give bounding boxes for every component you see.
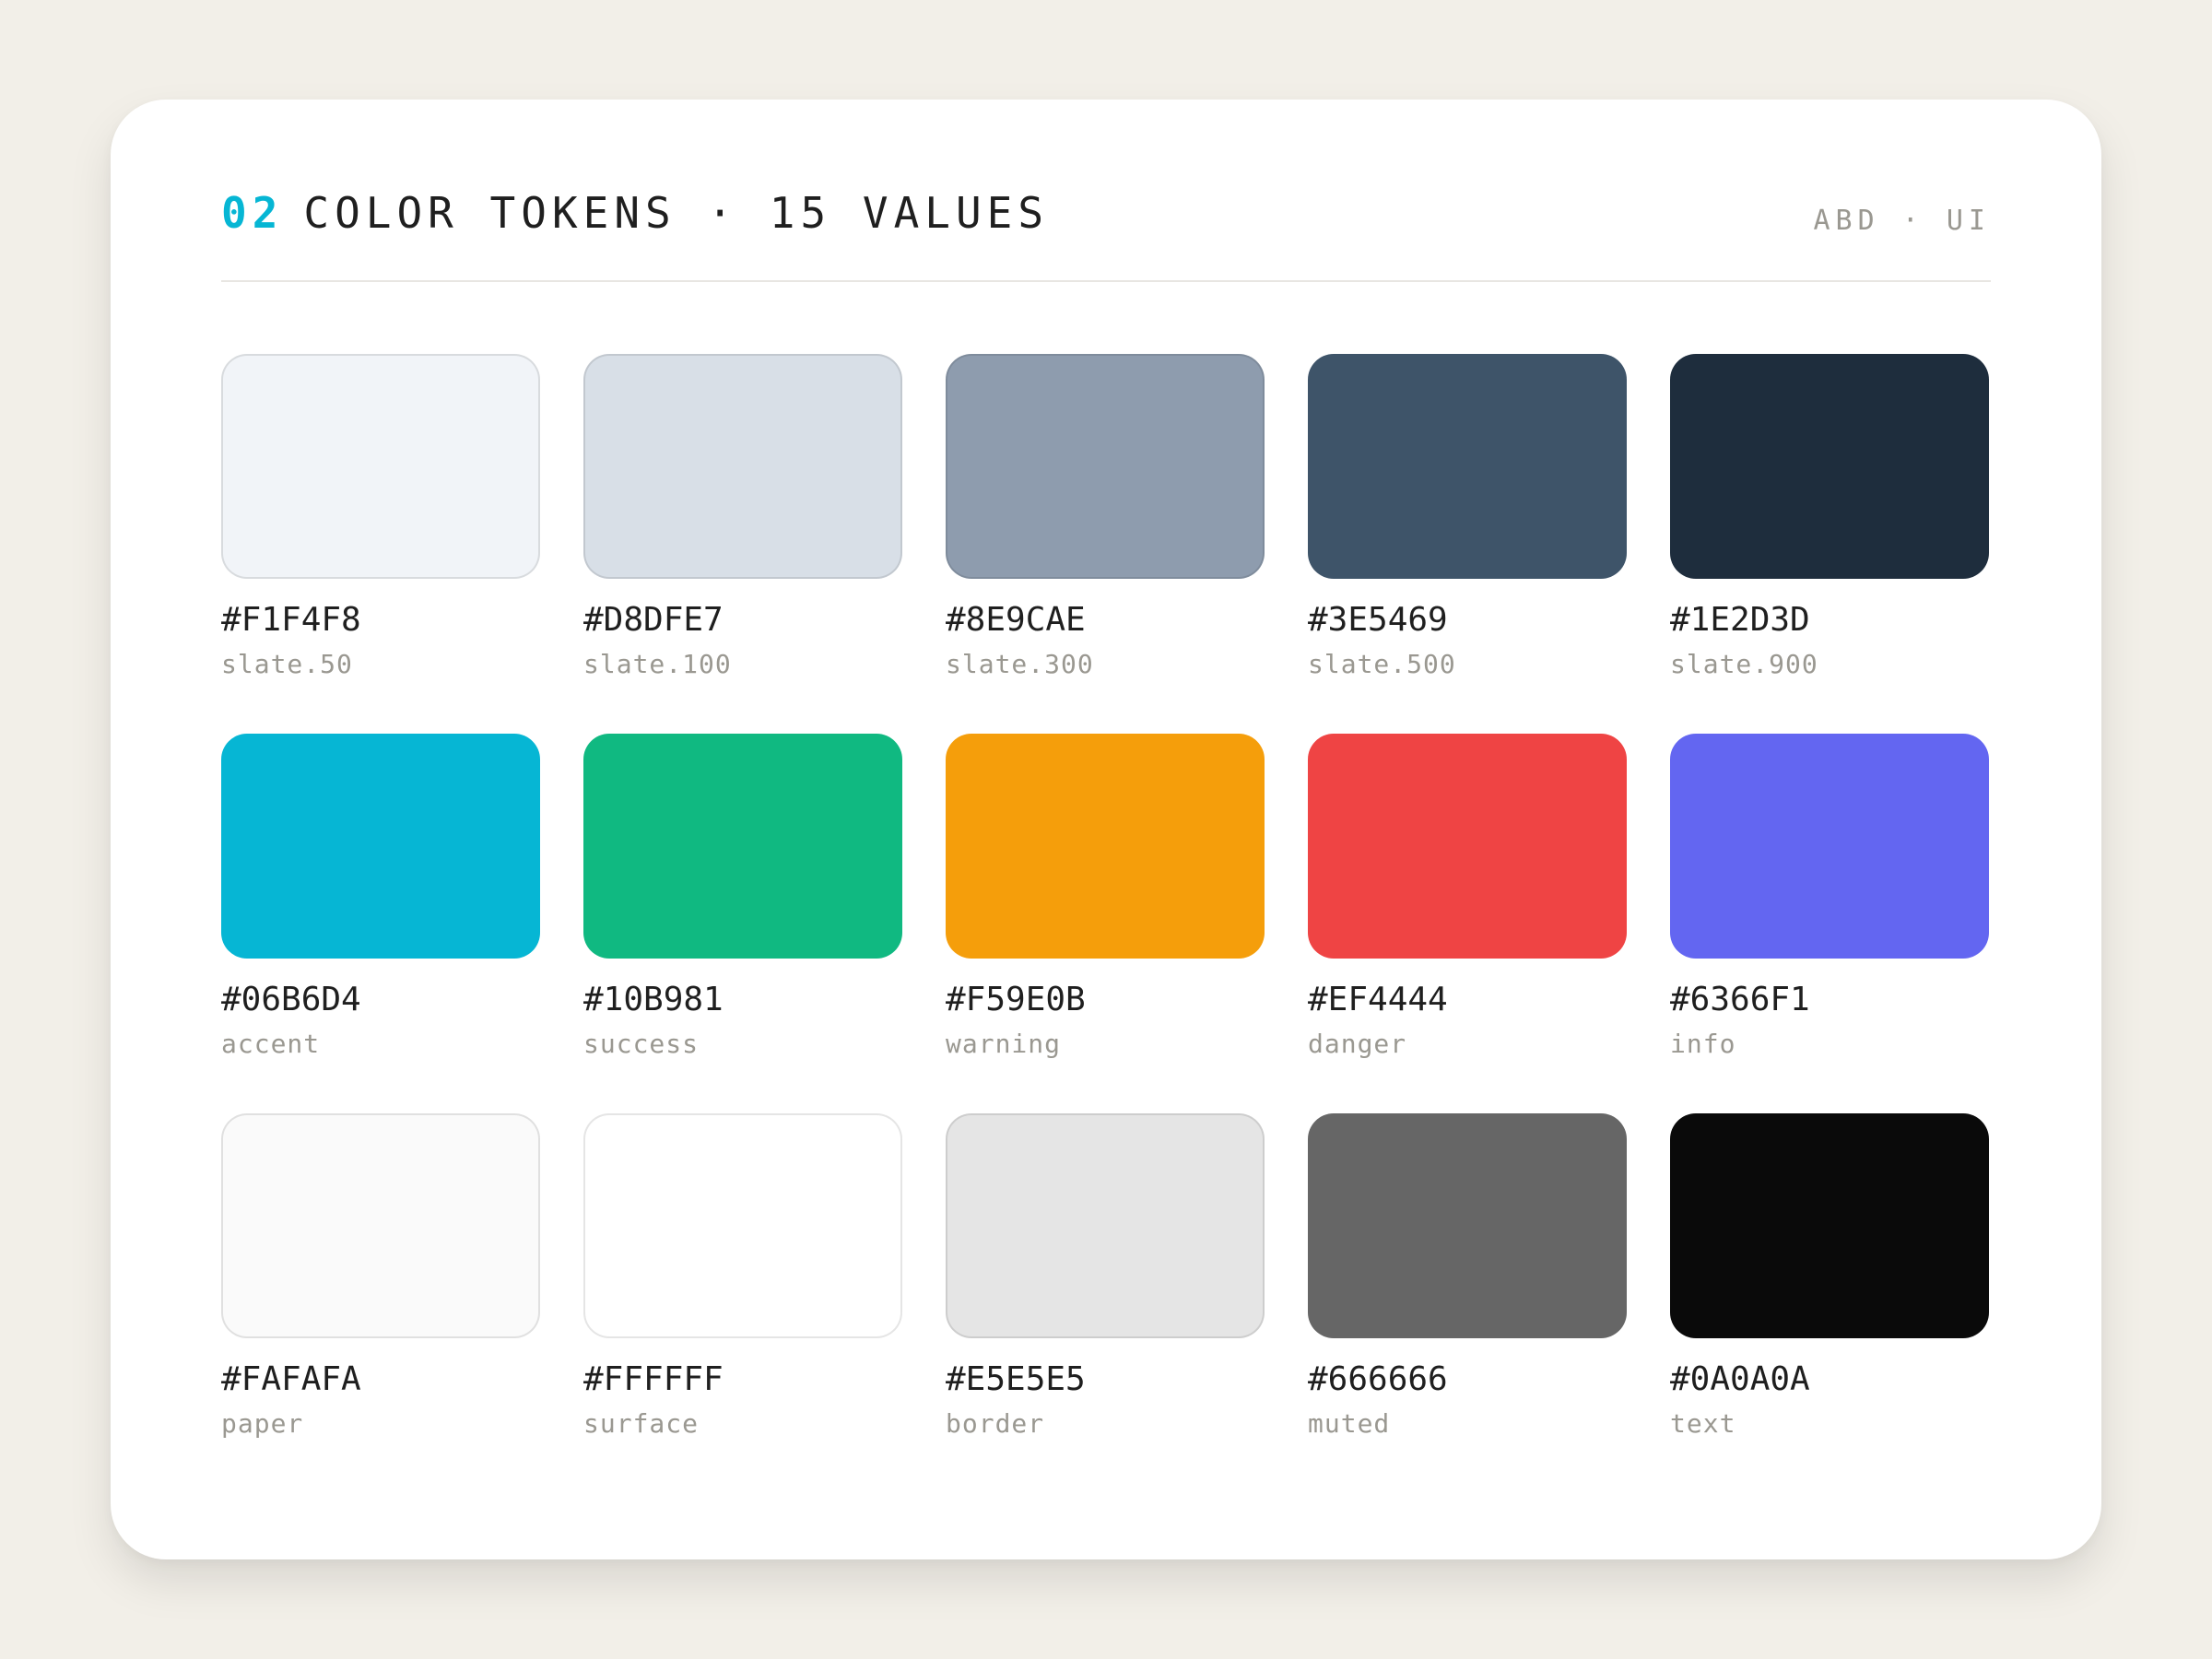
color-chip[interactable] <box>583 354 902 579</box>
token-name: text <box>1670 1408 1736 1439</box>
color-chip[interactable] <box>1670 734 1989 959</box>
hex-value: #FAFAFA <box>221 1360 361 1398</box>
color-chip[interactable] <box>221 354 540 579</box>
token-name: border <box>946 1408 1045 1439</box>
color-chip[interactable] <box>583 734 902 959</box>
hex-value: #06B6D4 <box>221 981 361 1018</box>
token-name: slate.100 <box>583 649 732 679</box>
token-name: paper <box>221 1408 304 1439</box>
color-chip[interactable] <box>221 734 540 959</box>
token-name: surface <box>583 1408 700 1439</box>
color-chip[interactable] <box>946 1113 1265 1338</box>
token-name: success <box>583 1029 700 1059</box>
color-chip[interactable] <box>1308 1113 1627 1338</box>
hex-value: #F1F4F8 <box>221 601 361 639</box>
token-name: danger <box>1308 1029 1407 1059</box>
color-chip[interactable] <box>946 354 1265 579</box>
token-name: accent <box>221 1029 321 1059</box>
swatch-grid: #F1F4F8 slate.50 #D8DFE7 slate.100 #8E9C… <box>221 354 1991 1439</box>
token-name: muted <box>1308 1408 1391 1439</box>
hex-value: #FFFFFF <box>583 1360 724 1398</box>
color-chip[interactable] <box>221 1113 540 1338</box>
token-name: warning <box>946 1029 1062 1059</box>
hex-value: #0A0A0A <box>1670 1360 1810 1398</box>
hex-value: #666666 <box>1308 1360 1448 1398</box>
hex-value: #F59E0B <box>946 981 1086 1018</box>
color-chip[interactable] <box>1308 354 1627 579</box>
color-chip[interactable] <box>583 1113 902 1338</box>
hex-value: #1E2D3D <box>1670 601 1810 639</box>
color-chip[interactable] <box>946 734 1265 959</box>
color-chip[interactable] <box>1670 354 1989 579</box>
hex-value: #D8DFE7 <box>583 601 724 639</box>
color-tokens-card: 02 COLOR TOKENS · 15 VALUES ABD · UI #F1F… <box>111 100 2101 1559</box>
hex-value: #6366F1 <box>1670 981 1810 1018</box>
section-header: 02 COLOR TOKENS · 15 VALUES ABD · UI <box>221 100 1991 282</box>
section-title: COLOR TOKENS · 15 VALUES <box>303 188 1050 238</box>
token-name: slate.900 <box>1670 649 1818 679</box>
token-name: slate.300 <box>946 649 1094 679</box>
hex-value: #3E5469 <box>1308 601 1448 639</box>
page-title: 02 COLOR TOKENS · 15 VALUES <box>221 188 1049 238</box>
token-name: slate.50 <box>221 649 353 679</box>
hex-value: #10B981 <box>583 981 724 1018</box>
brand-label: ABD · UI <box>1813 205 1991 237</box>
color-chip[interactable] <box>1670 1113 1989 1338</box>
token-name: slate.500 <box>1308 649 1456 679</box>
token-name: info <box>1670 1029 1736 1059</box>
hex-value: #8E9CAE <box>946 601 1086 639</box>
hex-value: #E5E5E5 <box>946 1360 1086 1398</box>
hex-value: #EF4444 <box>1308 981 1448 1018</box>
color-chip[interactable] <box>1308 734 1627 959</box>
section-number: 02 <box>221 188 284 238</box>
